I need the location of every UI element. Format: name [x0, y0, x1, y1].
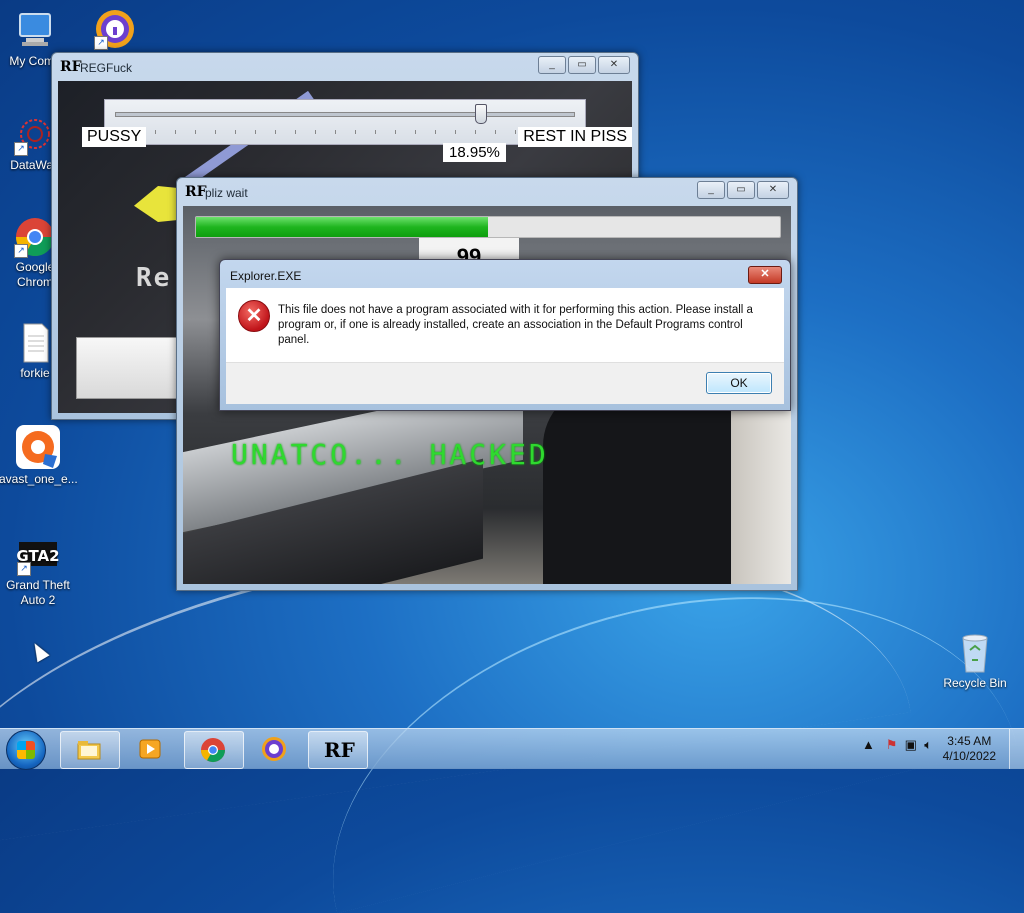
datawag-icon: ↗ [14, 114, 56, 156]
progress-fill [196, 217, 488, 237]
network-icon[interactable]: ▣ [905, 737, 917, 752]
taskbar-lock-app[interactable] [246, 731, 304, 767]
clock[interactable]: 3:45 AM 4/10/2022 [943, 734, 996, 764]
desktop-icon-label: Recycle Bin [943, 676, 1007, 690]
desktop-icon-gta2[interactable]: GTA2 ↗ Grand Theft Auto 2 [0, 534, 77, 608]
maximize-button[interactable]: ▭ [727, 181, 755, 199]
window-title: REGFuck [80, 61, 133, 75]
system-tray: ▲ ⚑ ▣ 🔈︎ [862, 737, 932, 753]
start-button[interactable] [6, 730, 46, 770]
show-desktop-button[interactable] [1009, 729, 1024, 769]
explorer-error-dialog[interactable]: Explorer.EXE ✕ ✕ This file does not have… [219, 259, 791, 411]
slider-thumb[interactable] [475, 104, 487, 124]
mouse-cursor-icon [28, 639, 50, 663]
desktop-icon-lock-app[interactable]: ↗ [76, 8, 154, 52]
ok-button[interactable]: OK [706, 372, 772, 394]
shortcut-arrow-icon: ↗ [14, 142, 28, 156]
progress-bar [195, 216, 781, 238]
media-player-icon [139, 739, 161, 759]
desktop-icon-label: Grand Theft Auto 2 [6, 578, 70, 607]
taskbar-media-player[interactable] [122, 731, 180, 767]
volume-icon[interactable]: 🔈︎ [924, 737, 932, 752]
clock-time: 3:45 AM [947, 734, 992, 748]
slider-left-label: PUSSY [82, 127, 147, 147]
slider-percent: 18.95% [443, 143, 506, 162]
taskbar-file-explorer[interactable] [60, 731, 120, 769]
text-file-icon [14, 322, 56, 364]
person-silhouette [543, 386, 763, 584]
file-explorer-icon [77, 741, 101, 760]
clock-date: 4/10/2022 [942, 749, 996, 763]
close-button[interactable]: ✕ [757, 181, 789, 199]
dialog-titlebar[interactable]: Explorer.EXE ✕ [220, 260, 790, 288]
slider-groove [115, 112, 575, 117]
minimize-button[interactable]: _ [538, 56, 566, 74]
shortcut-arrow-icon: ↗ [17, 562, 31, 576]
desktop-icon-recycle-bin[interactable]: Recycle Bin [936, 632, 1014, 691]
shortcut-arrow-icon: ↗ [14, 244, 28, 258]
taskbar-rf[interactable]: RF [308, 731, 368, 769]
desktop-icon-avast[interactable]: avast_one_e... [0, 424, 78, 487]
minimize-button[interactable]: _ [697, 181, 725, 199]
gta2-icon: GTA2 ↗ [16, 534, 60, 576]
slider-ticks [115, 130, 575, 134]
tray-expand-icon[interactable]: ▲ [862, 737, 875, 752]
regfuck-titlebar[interactable]: RF REGFuck _ ▭ ✕ [52, 53, 638, 81]
overlay-text: Re [136, 263, 172, 293]
chrome-icon [201, 738, 225, 763]
windows-logo-icon [17, 741, 35, 759]
error-message: This file does not have a program associ… [278, 304, 753, 346]
rf-logo-icon: RF [185, 184, 207, 200]
store-aisle [731, 396, 791, 584]
slider-right-label: REST IN PISS [518, 127, 632, 147]
dialog-title: Explorer.EXE [230, 269, 302, 283]
lock-app-icon: ↗ [94, 8, 136, 50]
white-panel [76, 337, 188, 399]
computer-icon [14, 10, 56, 52]
regfuck-slider[interactable] [104, 99, 586, 145]
shortcut-arrow-icon: ↗ [94, 36, 108, 50]
pliz-wait-titlebar[interactable]: RF pliz wait _ ▭ ✕ [177, 178, 797, 206]
close-button[interactable]: ✕ [598, 56, 630, 74]
hacked-overlay-text: UNATCO... HACKED [231, 438, 549, 471]
taskbar: RF ▲ ⚑ ▣ 🔈︎ 3:45 AM 4/10/2022 [0, 728, 1024, 770]
lock-app-icon [262, 737, 286, 761]
dialog-footer: OK [226, 362, 784, 404]
recycle-bin-icon [954, 632, 996, 674]
window-title: pliz wait [205, 186, 248, 200]
rf-icon: RF [324, 738, 355, 762]
maximize-button[interactable]: ▭ [568, 56, 596, 74]
chrome-icon: ↗ [14, 216, 56, 258]
rf-logo-icon: RF [60, 59, 82, 75]
dialog-close-button[interactable]: ✕ [748, 266, 782, 284]
taskbar-chrome[interactable] [184, 731, 244, 769]
desktop-icon-label: avast_one_e... [0, 472, 78, 486]
action-center-flag-icon[interactable]: ⚑ [886, 737, 898, 752]
dialog-body: ✕ This file does not have a program asso… [226, 288, 784, 362]
avast-icon [15, 424, 61, 470]
error-icon: ✕ [238, 300, 270, 332]
